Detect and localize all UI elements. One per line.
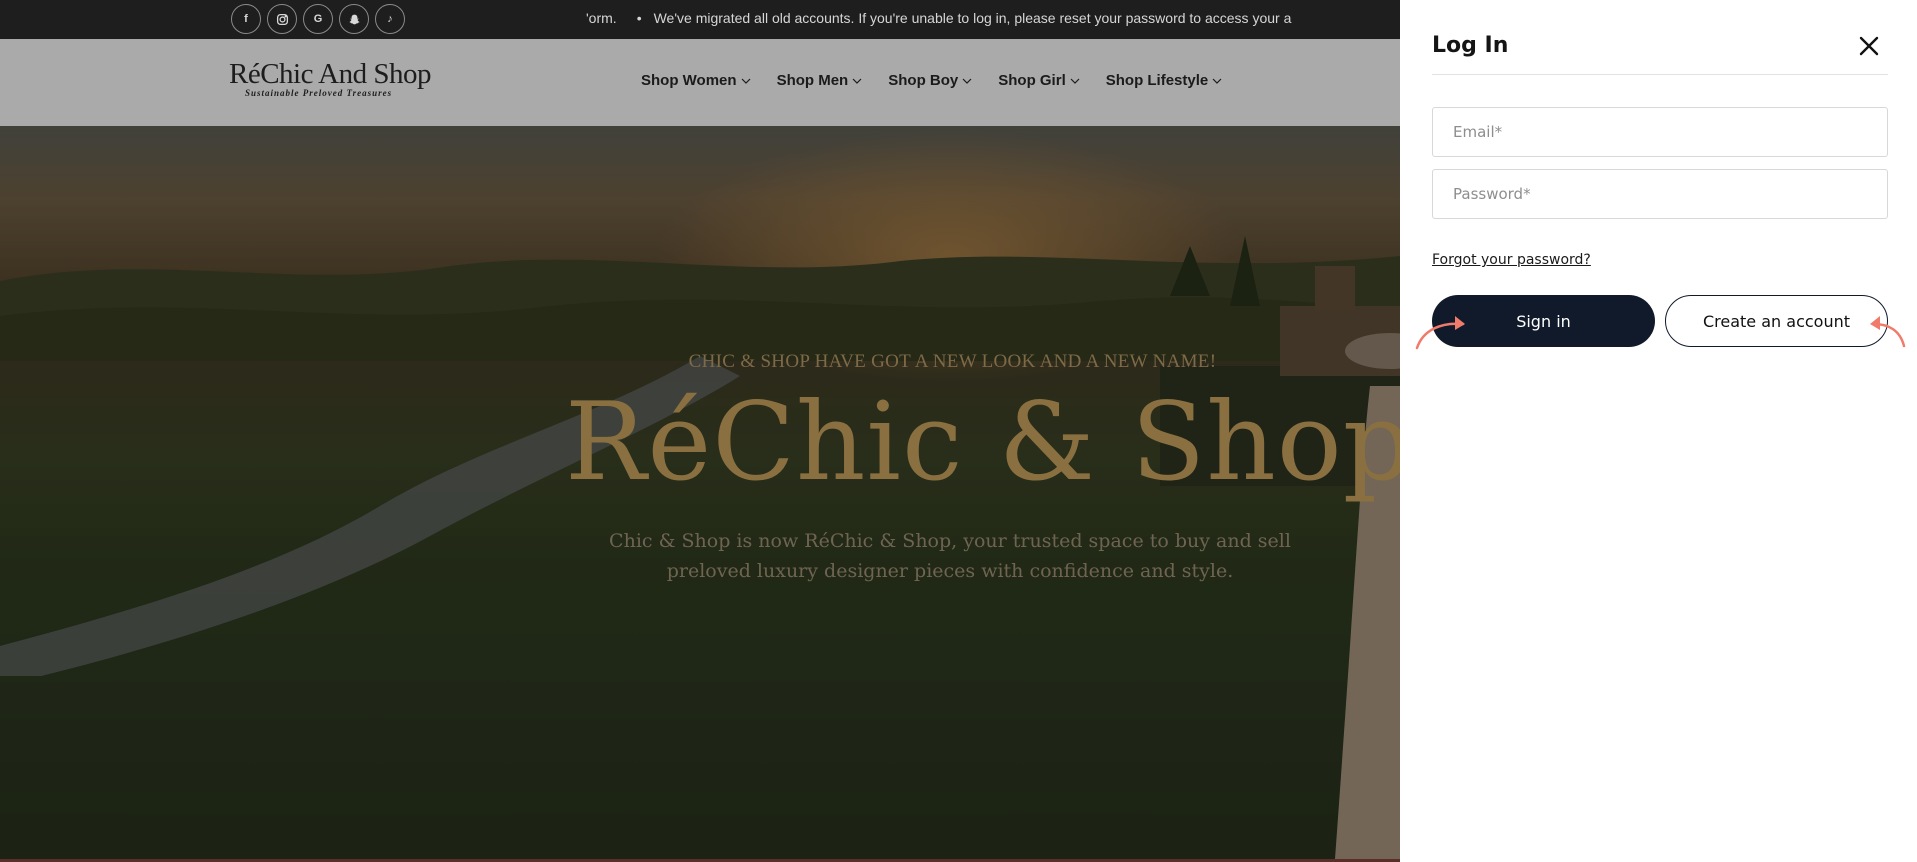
chevron-down-icon — [852, 78, 862, 84]
nav-label: Shop Women — [641, 72, 737, 89]
divider — [1432, 74, 1888, 75]
top-announcement-bar: f G ♪ 'orm. • We've migrated all old accou… — [0, 0, 1400, 39]
login-drawer: Log In Forgot your password? Sign in Cre… — [1400, 0, 1917, 862]
chevron-down-icon — [1212, 78, 1222, 84]
forgot-password-link[interactable]: Forgot your password? — [1432, 252, 1591, 268]
password-input[interactable] — [1432, 169, 1888, 219]
nav-label: Shop Boy — [888, 72, 959, 89]
instagram-icon[interactable] — [267, 4, 297, 34]
nav-label: Shop Men — [776, 72, 849, 89]
nav-shop-boy[interactable]: Shop Boy — [888, 72, 972, 89]
logo-text: RéChic And Shop — [229, 58, 431, 90]
email-input[interactable] — [1432, 107, 1888, 157]
social-links: f G ♪ — [231, 4, 405, 34]
ticker-message: We've migrated all old accounts. If you'… — [653, 10, 1292, 26]
hero-description: Chic & Shop is now RéChic & Shop, your t… — [609, 530, 1291, 582]
nav-shop-lifestyle[interactable]: Shop Lifestyle — [1106, 72, 1223, 89]
snapchat-icon[interactable] — [339, 4, 369, 34]
nav-shop-women[interactable]: Shop Women — [641, 72, 751, 89]
nav-shop-girl[interactable]: Shop Girl — [998, 72, 1080, 89]
nav-label: Shop Girl — [998, 72, 1066, 89]
google-icon[interactable]: G — [303, 4, 333, 34]
chevron-down-icon — [741, 78, 750, 84]
site-logo[interactable]: RéChic And Shop Sustainable Preloved Tre… — [229, 58, 431, 98]
arrow-left-icon — [1870, 316, 1906, 348]
announcement-ticker: 'orm. • We've migrated all old accounts. I… — [586, 0, 1320, 39]
create-account-button[interactable]: Create an account — [1665, 295, 1888, 347]
close-icon[interactable] — [1857, 34, 1881, 58]
tiktok-icon[interactable]: ♪ — [375, 4, 405, 34]
nav-shop-men[interactable]: Shop Men — [777, 72, 863, 89]
login-title: Log In — [1432, 33, 1509, 58]
main-nav: Shop Women Shop Men Shop Boy Shop Girl S… — [641, 72, 1248, 89]
nav-label: Shop Lifestyle — [1105, 72, 1209, 89]
ticker-prefix: 'orm. — [586, 10, 617, 26]
facebook-icon[interactable]: f — [231, 4, 261, 34]
chevron-down-icon — [1070, 78, 1080, 84]
hero-title: RéChic & Shop — [565, 380, 1413, 505]
arrow-right-icon — [1415, 316, 1465, 350]
hero-kicker-text: CHIC & SHOP HAVE GOT A NEW LOOK AND A NE… — [688, 351, 1217, 372]
bullet-icon: • — [636, 10, 642, 26]
chevron-down-icon — [962, 78, 972, 84]
